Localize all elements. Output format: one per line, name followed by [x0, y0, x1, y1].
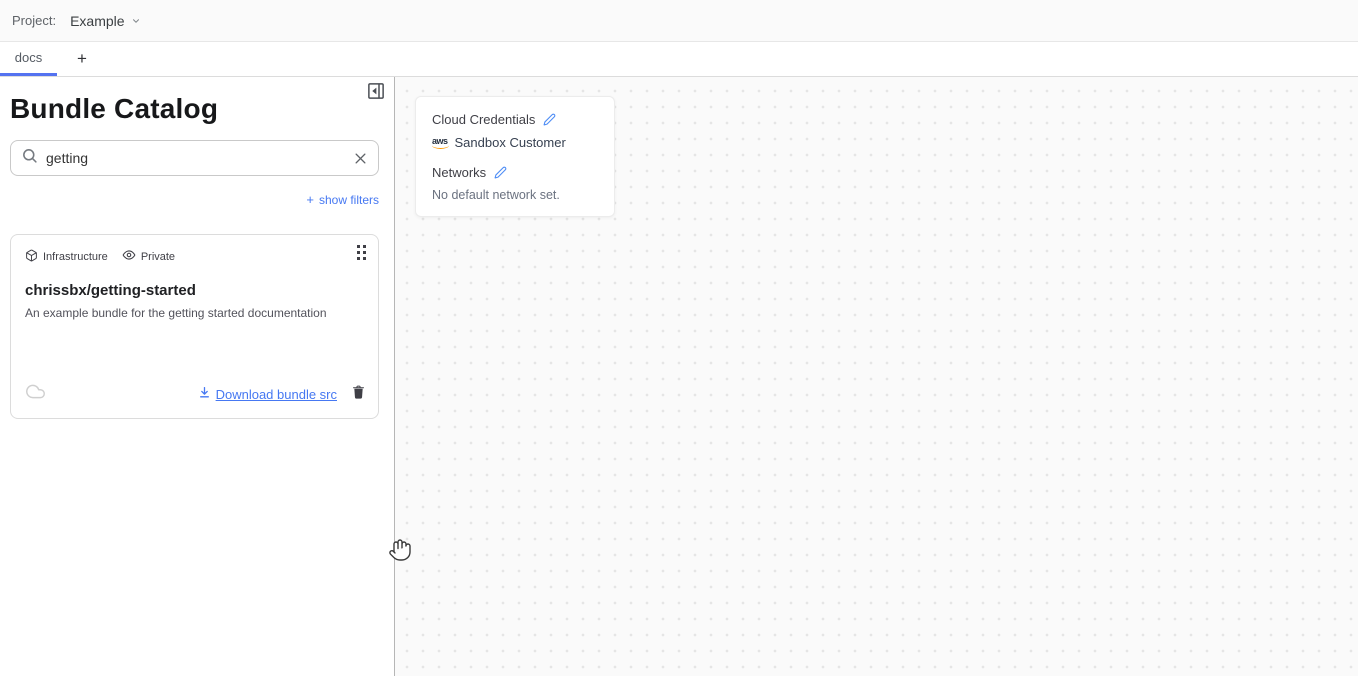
badge-row: Infrastructure Private [25, 248, 364, 265]
drag-handle-dots [357, 245, 360, 260]
clear-search-icon[interactable] [353, 151, 368, 166]
networks-value: No default network set. [432, 188, 598, 202]
collapse-panel-button[interactable] [366, 83, 386, 103]
aws-logo-icon: aws [432, 136, 448, 149]
bundle-card-footer: Download bundle src [25, 381, 366, 407]
drag-handle-dots [363, 245, 366, 260]
download-bundle-link[interactable]: Download bundle src [198, 386, 337, 402]
eye-icon [122, 248, 136, 265]
edit-cloud-credentials-icon[interactable] [543, 113, 556, 126]
trash-icon [351, 384, 366, 405]
download-bundle-label: Download bundle src [216, 387, 337, 402]
tab-docs[interactable]: docs [0, 42, 57, 76]
top-bar: Project: Example [0, 0, 1358, 42]
edit-networks-icon[interactable] [494, 166, 507, 179]
project-selector-value: Example [70, 13, 124, 29]
show-filters-link[interactable]: + show filters [306, 192, 379, 207]
box-icon [25, 249, 38, 265]
cloud-credentials-label: Cloud Credentials [432, 112, 535, 127]
filters-row: + show filters [10, 192, 379, 207]
delete-bundle-button[interactable] [351, 384, 366, 405]
bundle-card[interactable]: Infrastructure Private chrissbx/getting-… [10, 234, 379, 419]
bundle-search-box[interactable] [10, 140, 379, 176]
add-tab-button[interactable]: + [65, 42, 99, 76]
private-badge-label: Private [141, 251, 175, 263]
page-title: Bundle Catalog [10, 93, 379, 125]
infrastructure-badge-label: Infrastructure [43, 251, 108, 263]
search-input[interactable] [46, 150, 353, 166]
plus-icon: + [306, 192, 314, 207]
cloud-credentials-value-row: aws Sandbox Customer [432, 135, 598, 150]
search-icon [21, 147, 38, 169]
show-filters-label: show filters [319, 193, 379, 207]
infrastructure-badge: Infrastructure [25, 249, 108, 265]
project-selector[interactable]: Example [70, 13, 140, 29]
networks-section: Networks [432, 165, 598, 180]
bundle-title[interactable]: chrissbx/getting-started [25, 282, 364, 299]
bundle-catalog-panel: Bundle Catalog + show filters [0, 77, 395, 676]
chevron-down-icon [131, 13, 141, 29]
collapse-panel-icon [367, 82, 385, 105]
networks-label: Networks [432, 165, 486, 180]
project-defaults-card: Cloud Credentials aws Sandbox Customer N… [415, 96, 615, 217]
cloud-credentials-value: Sandbox Customer [455, 135, 566, 150]
project-canvas[interactable]: Cloud Credentials aws Sandbox Customer N… [395, 77, 1358, 676]
project-label: Project: [12, 13, 56, 28]
main-area: Bundle Catalog + show filters [0, 77, 1358, 676]
tab-bar: docs + [0, 42, 1358, 77]
download-icon [198, 386, 211, 402]
drag-handle[interactable] [357, 245, 366, 260]
bundle-description: An example bundle for the getting starte… [25, 306, 364, 320]
cloud-credentials-section: Cloud Credentials [432, 112, 598, 127]
cloud-icon [25, 381, 46, 407]
private-badge: Private [122, 248, 175, 265]
